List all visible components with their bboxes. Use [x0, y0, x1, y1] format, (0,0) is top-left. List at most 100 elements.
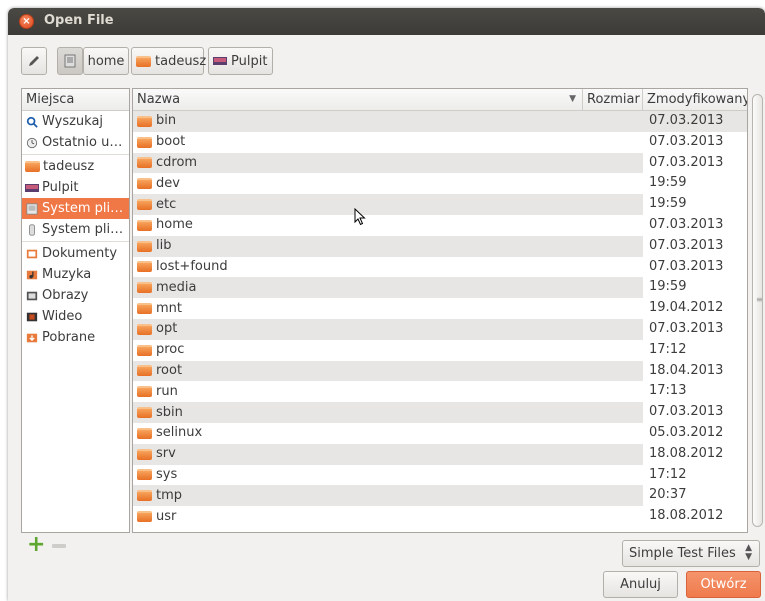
- table-row[interactable]: opt 07.03.2013: [133, 318, 747, 340]
- file-name-cell[interactable]: lib: [133, 235, 583, 257]
- file-name-cell[interactable]: usr: [133, 506, 583, 527]
- place-item-drive[interactable]: System pli…: [22, 219, 129, 240]
- remove-bookmark-button[interactable]: [52, 544, 66, 548]
- desktop-icon: [25, 183, 39, 192]
- place-label: tadeusz: [43, 158, 95, 174]
- place-label: Dokumenty: [42, 245, 118, 261]
- mouse-pointer-icon: [354, 208, 366, 226]
- file-name-cell[interactable]: dev: [133, 173, 583, 194]
- table-row[interactable]: mnt 19.04.2012: [133, 298, 747, 319]
- file-modified-cell: 18.08.2012: [649, 508, 724, 524]
- places-sidebar: Miejsca Wyszukaj Ostatnio u… tadeusz Pul…: [21, 88, 130, 533]
- file-name-cell[interactable]: srv: [133, 443, 583, 465]
- file-name-cell[interactable]: bin: [133, 111, 583, 132]
- table-row[interactable]: proc 17:12: [133, 340, 747, 361]
- file-name-cell[interactable]: root: [133, 360, 583, 382]
- place-item-music[interactable]: Muzyka: [22, 264, 129, 285]
- add-bookmark-button[interactable]: +: [27, 534, 45, 556]
- place-item-documents[interactable]: Dokumenty: [22, 243, 129, 264]
- folder-icon: [137, 469, 152, 481]
- table-row[interactable]: srv 18.08.2012: [133, 443, 747, 465]
- pencil-icon: [29, 56, 39, 66]
- places-header[interactable]: Miejsca: [22, 89, 129, 111]
- file-name-cell[interactable]: mnt: [133, 298, 583, 319]
- table-row[interactable]: sys 17:12: [133, 465, 747, 486]
- file-name-cell[interactable]: boot: [133, 132, 583, 153]
- table-row[interactable]: dev 19:59: [133, 173, 747, 194]
- folder-icon: [137, 386, 152, 398]
- folder-icon: [137, 157, 152, 169]
- file-size-cell: [583, 402, 643, 423]
- file-name-cell[interactable]: run: [133, 381, 583, 402]
- disk-icon: [64, 54, 76, 68]
- table-row[interactable]: lost+found 07.03.2013: [133, 257, 747, 278]
- column-header-size[interactable]: Rozmiar: [583, 89, 643, 110]
- folder-icon: [137, 448, 152, 460]
- table-row[interactable]: lib 07.03.2013: [133, 235, 747, 257]
- home-folder-icon: [136, 55, 151, 67]
- place-item-tadeusz[interactable]: tadeusz: [22, 156, 129, 177]
- column-header-modified[interactable]: Zmodyfikowany: [643, 89, 747, 110]
- cancel-button[interactable]: Anuluj: [603, 571, 678, 598]
- place-item-filesystem[interactable]: System pli…: [22, 198, 129, 219]
- path-pulpit-button[interactable]: Pulpit: [208, 47, 273, 75]
- sort-descending-icon: ▼: [569, 94, 576, 104]
- folder-icon: [137, 219, 152, 231]
- close-button[interactable]: ×: [19, 14, 34, 29]
- table-row[interactable]: etc 19:59: [133, 194, 747, 215]
- file-size-cell: [583, 423, 643, 444]
- filesystem-root-button[interactable]: [57, 47, 83, 75]
- place-item-search[interactable]: Wyszukaj: [22, 111, 129, 132]
- recent-icon: [26, 137, 38, 148]
- table-row[interactable]: sbin 07.03.2013: [133, 402, 747, 423]
- table-row[interactable]: tmp 20:37: [133, 485, 747, 507]
- file-name: cdrom: [156, 154, 198, 170]
- file-name-cell[interactable]: sys: [133, 465, 583, 486]
- file-name-cell[interactable]: media: [133, 277, 583, 299]
- place-item-pictures[interactable]: Obrazy: [22, 285, 129, 306]
- folder-icon: [137, 407, 152, 419]
- place-item-video[interactable]: Wideo: [22, 306, 129, 327]
- file-name-cell[interactable]: proc: [133, 340, 583, 361]
- file-name-cell[interactable]: cdrom: [133, 152, 583, 174]
- table-row[interactable]: usr 18.08.2012: [133, 506, 747, 527]
- file-name-cell[interactable]: selinux: [133, 423, 583, 444]
- table-row[interactable]: cdrom 07.03.2013: [133, 152, 747, 174]
- open-button[interactable]: Otwórz: [686, 571, 761, 598]
- column-header-name[interactable]: Nazwa ▼: [133, 89, 583, 110]
- downloads-icon: [26, 333, 38, 342]
- table-row[interactable]: home 07.03.2013: [133, 215, 747, 236]
- file-filter-select[interactable]: Simple Test Files ▲ ▼: [622, 540, 760, 567]
- path-home-button[interactable]: home: [83, 47, 129, 75]
- file-name: boot: [156, 134, 186, 150]
- combo-updown-icon: ▲ ▼: [745, 543, 752, 562]
- place-label: Pulpit: [42, 179, 79, 195]
- place-label: System pli…: [42, 200, 124, 216]
- video-icon: [26, 312, 38, 321]
- file-size-cell: [583, 381, 643, 402]
- edit-location-button[interactable]: [21, 47, 47, 75]
- file-name-cell[interactable]: tmp: [133, 485, 583, 507]
- file-name-cell[interactable]: sbin: [133, 402, 583, 423]
- path-tadeusz-button[interactable]: tadeusz: [131, 47, 206, 75]
- table-row[interactable]: boot 07.03.2013: [133, 132, 747, 153]
- place-item-downloads[interactable]: Pobrane: [22, 327, 129, 348]
- music-icon: [26, 270, 38, 279]
- file-modified-cell: 07.03.2013: [649, 154, 724, 170]
- scrollbar-thumb[interactable]: ≡: [752, 94, 763, 527]
- table-row[interactable]: selinux 05.03.2012: [133, 423, 747, 444]
- file-size-cell: [583, 173, 643, 194]
- places-separator: [22, 154, 129, 155]
- file-name: selinux: [156, 425, 203, 441]
- place-item-recent[interactable]: Ostatnio u…: [22, 132, 129, 153]
- place-label: System pli…: [42, 221, 124, 237]
- table-row[interactable]: run 17:13: [133, 381, 747, 402]
- table-row[interactable]: media 19:59: [133, 277, 747, 299]
- file-name-cell[interactable]: lost+found: [133, 257, 583, 278]
- vertical-scrollbar[interactable]: ≡: [751, 88, 765, 533]
- place-item-pulpit[interactable]: Pulpit: [22, 177, 129, 198]
- table-row[interactable]: root 18.04.2013: [133, 360, 747, 382]
- file-list-header: Nazwa ▼ Rozmiar Zmodyfikowany: [133, 89, 747, 111]
- table-row[interactable]: bin 07.03.2013: [133, 111, 747, 132]
- file-name-cell[interactable]: opt: [133, 318, 583, 340]
